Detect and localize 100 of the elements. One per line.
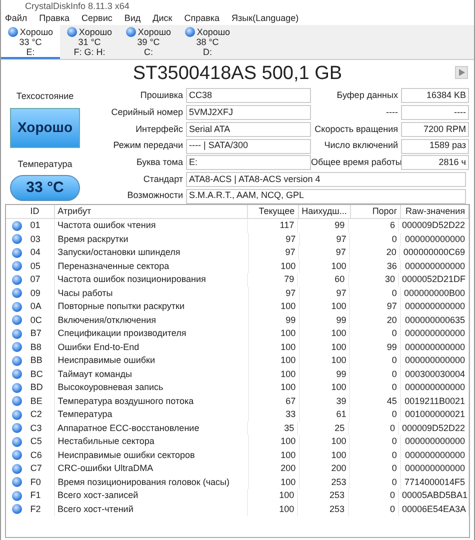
health-status: Хорошо <box>10 108 80 148</box>
table-cell: 000000000000 <box>400 435 469 448</box>
table-cell: 0C <box>27 314 55 327</box>
column-header[interactable]: Наихудш... <box>298 205 351 218</box>
table-cell: Время позиционирования головок (часы) <box>54 476 249 489</box>
table-cell: Температура <box>54 408 249 422</box>
column-header[interactable]: Порог <box>350 205 402 218</box>
table-cell: 100 <box>248 381 300 394</box>
column-header[interactable]: Raw-значения <box>401 205 469 218</box>
table-cell: Всего хост-записей <box>54 489 248 502</box>
table-cell: 100 <box>300 260 350 273</box>
drive-temperature: 39 °C <box>137 37 160 47</box>
table-cell: 100 <box>300 300 350 314</box>
drive-tab[interactable]: Хорошо 33 °C E: <box>1 25 60 59</box>
next-disk-button[interactable] <box>455 66 468 79</box>
table-cell: 60 <box>298 273 349 286</box>
table-cell: 67 <box>248 394 300 408</box>
table-cell: 03 <box>27 232 55 246</box>
table-cell: Время раскрутки <box>54 232 249 246</box>
column-header[interactable]: Текущее <box>248 205 299 218</box>
info-value: 7200 RPM <box>401 122 469 137</box>
table-cell: 99 <box>300 314 350 327</box>
drive-status: Хорошо <box>20 27 54 37</box>
drive-letters: E: <box>26 47 35 57</box>
info-value: 2816 ч <box>401 155 469 170</box>
table-cell: 97 <box>350 300 401 314</box>
table-cell: 100 <box>300 340 350 354</box>
table-cell: 000009D52D22 <box>399 219 469 232</box>
table-cell: Всего хост-чтений <box>54 502 248 516</box>
table-cell: F2 <box>27 502 54 516</box>
table-cell: 253 <box>298 489 349 502</box>
table-cell: 45 <box>350 394 401 408</box>
info-label: Серийный номер <box>110 106 184 119</box>
table-cell: 0 <box>348 422 399 435</box>
drive-letters: C: <box>144 47 153 57</box>
table-cell: Запуски/остановки шпинделя <box>54 246 249 260</box>
table-cell: 200 <box>300 462 350 476</box>
column-header[interactable]: Атрибут <box>54 205 248 218</box>
menu-item[interactable]: Язык(Language) <box>232 12 299 26</box>
table-cell: 100 <box>248 354 300 368</box>
drive-temperature: 33 °C <box>19 37 42 47</box>
table-cell: 100 <box>248 435 300 448</box>
table-cell: 0 <box>350 435 401 448</box>
table-cell: 0 <box>348 489 399 502</box>
table-cell: 99 <box>300 368 350 381</box>
drive-tab[interactable]: Хорошо 31 °C F: G: H: <box>60 25 119 59</box>
table-cell: 0 <box>350 354 401 368</box>
table-cell: 61 <box>300 408 350 422</box>
table-cell: B8 <box>27 340 55 354</box>
table-cell: 200 <box>248 462 300 476</box>
info-label: Режим передачи <box>112 139 184 152</box>
table-cell: 000000000000 <box>400 381 469 394</box>
info-label: Прошивка <box>139 89 184 102</box>
table-cell: 100 <box>300 354 350 368</box>
table-cell: 20 <box>350 314 401 327</box>
table-cell: Спецификации производителя <box>54 327 249 340</box>
info-value: Serial ATA <box>186 122 311 137</box>
table-cell: Температура воздушного потока <box>54 394 249 408</box>
table-cell: Часы работы <box>54 286 249 300</box>
table-cell: 00006E54EA3A <box>399 502 469 516</box>
table-cell: 100 <box>248 260 300 273</box>
menu-item[interactable]: Диск <box>152 12 172 26</box>
table-cell: C2 <box>27 408 55 422</box>
table-cell: 0A <box>27 300 55 314</box>
drive-tab[interactable]: Хорошо 39 °C C: <box>119 25 178 59</box>
drive-status: Хорошо <box>138 27 172 37</box>
table-cell: 000000000C69 <box>400 246 469 260</box>
table-cell: C5 <box>27 435 55 448</box>
column-header[interactable]: ID <box>27 205 55 218</box>
table-cell: 100 <box>248 368 300 381</box>
table-cell: 97 <box>300 232 350 246</box>
table-cell: 97 <box>248 246 300 260</box>
table-cell: 000009D52D22 <box>399 422 469 435</box>
menu-item[interactable]: Правка <box>39 12 70 26</box>
menu-item[interactable]: Вид <box>124 12 141 26</box>
table-cell: Аппаратное ECC-восстановление <box>54 422 248 435</box>
table-cell: 79 <box>248 273 298 286</box>
table-cell: 99 <box>248 314 300 327</box>
menu-item[interactable]: Справка <box>184 12 220 26</box>
table-cell: Нестабильные сектора <box>54 435 249 448</box>
drive-letters: F: G: H: <box>74 47 106 57</box>
info-value: ATA8-ACS | ATA8-ACS version 4 <box>186 172 466 187</box>
table-cell: 35 <box>248 422 298 435</box>
drive-tab[interactable]: Хорошо 38 °C D: <box>178 25 237 59</box>
table-cell: 05 <box>27 260 55 273</box>
table-cell: 0 <box>350 368 401 381</box>
menu-item[interactable]: Сервис <box>82 12 112 26</box>
table-cell: 100 <box>248 300 300 314</box>
table-cell: 000000000000 <box>400 340 469 354</box>
table-cell: 0 <box>350 408 401 422</box>
table-cell: 0 <box>350 462 401 476</box>
table-cell: 0 <box>350 286 401 300</box>
info-label: Общее время работы <box>311 156 401 169</box>
table-cell: 30 <box>348 273 399 286</box>
table-cell: BD <box>27 381 55 394</box>
table-cell: Переназначенные сектора <box>54 260 249 273</box>
temperature-label: Температура <box>18 158 72 171</box>
drive-temperature: 31 °C <box>78 37 101 47</box>
table-cell: Неисправимые ошибки секторов <box>54 448 249 462</box>
menu-item[interactable]: Файл <box>5 12 28 26</box>
